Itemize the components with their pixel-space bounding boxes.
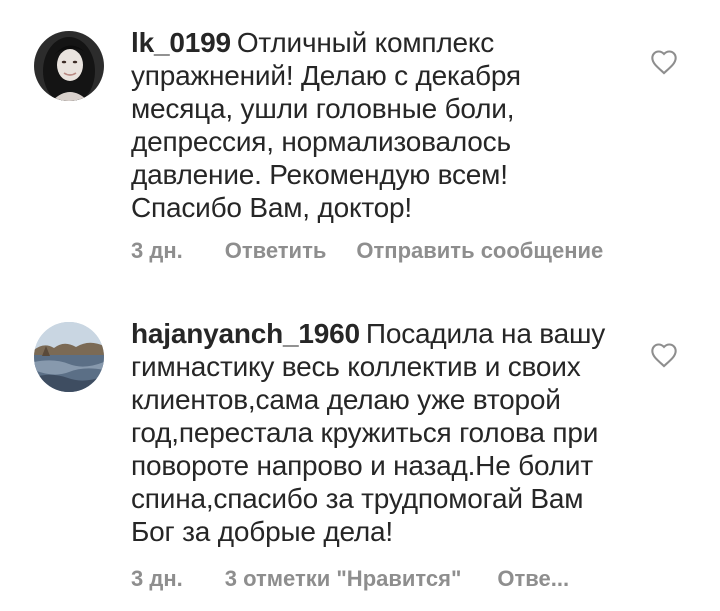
comment-username[interactable]: lk_0199 (131, 27, 231, 58)
avatar[interactable] (34, 322, 104, 392)
reply-button[interactable]: Ответить (225, 238, 327, 264)
comment-time: 3 дн. (131, 238, 183, 263)
comment-body: hajanyanch_1960 Посадила на вашу гимнасти… (131, 317, 646, 548)
comment-text: Посадила на вашу гимнастику весь коллект… (131, 318, 606, 547)
send-message-button[interactable]: Отправить сообщение (356, 238, 603, 264)
comment-body: lk_0199 Отличный комплекс упражнений! Дел… (131, 26, 646, 224)
comment-meta: 3 дн. Ответить Отправить сообщение (131, 238, 603, 264)
comment-time: 3 дн. (131, 566, 183, 591)
likes-count-button[interactable]: 3 отметки "Нравится" (225, 566, 462, 592)
reply-button[interactable]: Отве... (497, 566, 569, 592)
heart-outline-icon[interactable] (650, 49, 678, 75)
heart-outline-icon[interactable] (650, 342, 678, 368)
comment-meta: 3 дн. 3 отметки "Нравится" Отве... (131, 566, 569, 592)
comment-username[interactable]: hajanyanch_1960 (131, 318, 360, 349)
avatar[interactable] (34, 31, 104, 101)
